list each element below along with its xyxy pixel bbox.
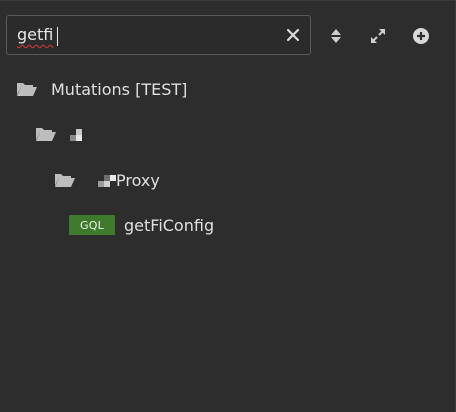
close-icon[interactable] <box>284 26 302 44</box>
redacted-name-icon <box>69 129 83 141</box>
tree-item-label: Proxy <box>98 171 160 190</box>
text-caret <box>57 27 58 46</box>
tree-item-subfolder[interactable] <box>35 120 83 148</box>
top-border <box>0 0 456 1</box>
add-circle-icon[interactable] <box>411 26 431 46</box>
tree-item-mutations[interactable]: Mutations [TEST] <box>16 75 187 103</box>
tree-item-label <box>69 125 83 144</box>
sort-icon[interactable] <box>326 26 346 46</box>
folder-open-icon <box>36 128 56 141</box>
gql-badge: GQL <box>69 215 115 235</box>
tree-item-proxy[interactable]: Proxy <box>54 166 160 194</box>
redacted-prefix-icon <box>98 175 116 187</box>
search-input[interactable] <box>16 16 271 54</box>
folder-open-icon <box>55 174 75 187</box>
folder-open-icon <box>17 83 37 96</box>
tree-item-operation[interactable]: GQL getFiConfig <box>69 211 214 239</box>
operation-label: getFiConfig <box>124 215 215 235</box>
tree-item-text: Proxy <box>116 170 160 190</box>
search-box[interactable]: getfi <box>6 15 311 55</box>
expand-icon[interactable] <box>368 26 388 46</box>
tree-item-label: Mutations [TEST] <box>51 79 188 99</box>
